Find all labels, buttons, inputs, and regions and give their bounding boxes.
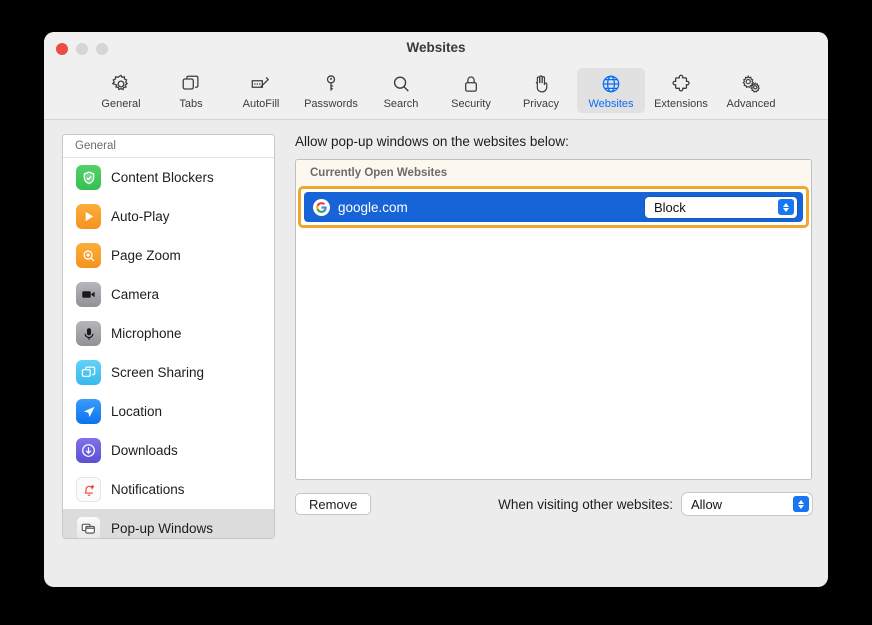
- autofill-icon: [247, 71, 275, 96]
- toolbar-item-general[interactable]: General: [87, 68, 155, 113]
- sidebar-item-auto-play[interactable]: Auto-Play: [63, 197, 274, 236]
- table-row[interactable]: google.com Block: [304, 192, 803, 222]
- sidebar-header: General: [63, 135, 274, 158]
- sidebar-item-notifications[interactable]: Notifications: [63, 470, 274, 509]
- websites-sidebar: General Content Blockers Auto-Play Page …: [62, 134, 275, 539]
- toolbar-item-search[interactable]: Search: [367, 68, 435, 113]
- puzzle-icon: [667, 71, 695, 96]
- main-pane: Allow pop-up windows on the websites bel…: [275, 134, 812, 587]
- toolbar-label: General: [101, 98, 141, 110]
- remove-button[interactable]: Remove: [295, 493, 372, 515]
- play-icon: [76, 204, 101, 229]
- other-websites-control: When visiting other websites: Allow: [498, 493, 812, 515]
- gears-icon: [737, 71, 765, 96]
- shield-check-icon: [76, 165, 101, 190]
- sidebar-item-microphone[interactable]: Microphone: [63, 314, 274, 353]
- other-websites-dropdown[interactable]: Allow: [682, 493, 812, 515]
- permission-dropdown[interactable]: Block: [645, 196, 797, 218]
- download-icon: [76, 438, 101, 463]
- highlight-callout: google.com Block: [298, 186, 809, 228]
- location-arrow-icon: [76, 399, 101, 424]
- screen-sharing-icon: [76, 360, 101, 385]
- preferences-body: General Content Blockers Auto-Play Page …: [44, 120, 828, 587]
- permission-value: Block: [654, 199, 686, 215]
- globe-icon: [597, 71, 625, 96]
- tabs-icon: [177, 71, 205, 96]
- lock-icon: [457, 71, 485, 96]
- camera-icon: [76, 282, 101, 307]
- sidebar-item-location[interactable]: Location: [63, 392, 274, 431]
- sidebar-item-pop-up-windows[interactable]: Pop-up Windows: [63, 509, 274, 538]
- site-domain: google.com: [338, 199, 408, 215]
- sidebar-item-page-zoom[interactable]: Page Zoom: [63, 236, 274, 275]
- window-titlebar: Websites: [44, 32, 828, 66]
- bell-icon: [76, 477, 101, 502]
- websites-listbox: Currently Open Websites google.com Block: [295, 159, 812, 480]
- toolbar-label: Advanced: [726, 98, 776, 110]
- sidebar-list: Content Blockers Auto-Play Page Zoom Cam…: [63, 158, 274, 538]
- preferences-toolbar: General Tabs AutoFill Passwords Search S…: [44, 66, 828, 120]
- sidebar-item-label: Downloads: [111, 443, 178, 458]
- popup-windows-icon: [76, 516, 101, 538]
- hand-icon: [527, 71, 555, 96]
- google-g-icon: [313, 198, 330, 216]
- sidebar-item-label: Page Zoom: [111, 248, 181, 263]
- toolbar-label: Security: [451, 98, 491, 110]
- window-title: Websites: [406, 40, 466, 55]
- page-title: Allow pop-up windows on the websites bel…: [295, 134, 569, 149]
- sidebar-item-label: Location: [111, 404, 163, 419]
- sidebar-item-label: Notifications: [111, 482, 185, 497]
- toolbar-item-autofill[interactable]: AutoFill: [227, 68, 295, 113]
- toolbar-label: AutoFill: [242, 98, 280, 110]
- other-websites-label: When visiting other websites:: [498, 496, 673, 512]
- group-header-currently-open: Currently Open Websites: [296, 160, 811, 186]
- sidebar-item-screen-sharing[interactable]: Screen Sharing: [63, 353, 274, 392]
- microphone-icon: [76, 321, 101, 346]
- sidebar-item-label: Camera: [111, 287, 160, 302]
- toolbar-item-privacy[interactable]: Privacy: [507, 68, 575, 113]
- gear-icon: [107, 71, 135, 96]
- toolbar-item-websites[interactable]: Websites: [577, 68, 645, 113]
- sidebar-item-content-blockers[interactable]: Content Blockers: [63, 158, 274, 197]
- toolbar-item-extensions[interactable]: Extensions: [647, 68, 715, 113]
- key-icon: [317, 71, 345, 96]
- toolbar-label: Tabs: [179, 98, 203, 110]
- toolbar-label: Privacy: [522, 98, 560, 110]
- sidebar-item-camera[interactable]: Camera: [63, 275, 274, 314]
- list-bottom-controls: Remove When visiting other websites: All…: [295, 493, 812, 515]
- toolbar-label: Search: [383, 98, 419, 110]
- preferences-window: Websites General Tabs AutoFill Passwords…: [44, 32, 828, 587]
- toolbar-item-advanced[interactable]: Advanced: [717, 68, 785, 113]
- sidebar-item-downloads[interactable]: Downloads: [63, 431, 274, 470]
- sidebar-item-label: Pop-up Windows: [111, 521, 214, 536]
- toolbar-item-tabs[interactable]: Tabs: [157, 68, 225, 113]
- search-icon: [387, 71, 415, 96]
- toolbar-label: Websites: [588, 98, 634, 110]
- toolbar-label: Passwords: [304, 98, 358, 110]
- magnifier-plus-icon: [76, 243, 101, 268]
- sidebar-item-label: Microphone: [111, 326, 182, 341]
- toolbar-item-passwords[interactable]: Passwords: [297, 68, 365, 113]
- toolbar-label: Extensions: [654, 98, 708, 110]
- other-websites-value: Allow: [691, 496, 723, 512]
- chevron-updown-icon: [793, 496, 809, 512]
- sidebar-item-label: Auto-Play: [111, 209, 170, 224]
- sidebar-item-label: Screen Sharing: [111, 365, 205, 380]
- sidebar-item-label: Content Blockers: [111, 170, 214, 185]
- toolbar-item-security[interactable]: Security: [437, 68, 505, 113]
- chevron-updown-icon: [778, 199, 794, 215]
